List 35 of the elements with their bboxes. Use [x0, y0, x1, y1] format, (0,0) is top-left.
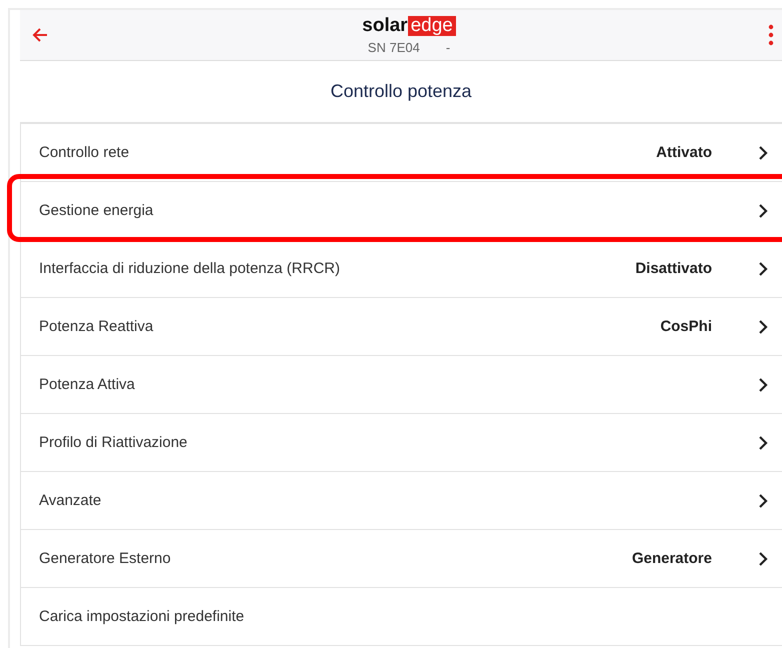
chevron-icon [758, 552, 768, 566]
settings-row[interactable]: Potenza Attiva [21, 356, 782, 414]
row-value: Disattivato [635, 260, 712, 277]
row-value: Generatore [632, 550, 712, 567]
row-value: CosPhi [660, 318, 712, 335]
chevron-icon [758, 320, 768, 334]
brand-logo: solar edge [362, 16, 456, 36]
row-label: Potenza Attiva [39, 376, 136, 393]
settings-row[interactable]: Controllo rete Attivato [21, 124, 782, 182]
chevron-icon [758, 436, 768, 450]
row-label: Generatore Esterno [39, 550, 172, 567]
row-label: Interfaccia di riduzione della potenza (RRCR) [39, 260, 341, 277]
more-menu-icon[interactable] [768, 24, 774, 46]
row-label: Potenza Reattiva [39, 318, 154, 335]
chevron-icon [758, 378, 768, 392]
settings-row[interactable]: Generatore Esterno Generatore [21, 530, 782, 588]
settings-row[interactable]: Potenza Reattiva CosPhi [21, 298, 782, 356]
row-label: Controllo rete [39, 144, 130, 161]
chevron-icon [758, 204, 768, 218]
serial-number: SN 7E04 [368, 40, 420, 54]
row-label: Profilo di Riattivazione [39, 434, 188, 451]
page-title: Controllo potenza [330, 81, 472, 102]
settings-row[interactable]: Interfaccia di riduzione della potenza (RRCR) Disattivato [21, 240, 782, 298]
settings-row[interactable]: Avanzate [21, 472, 782, 530]
row-label: Avanzate [39, 492, 102, 509]
settings-row[interactable]: Carica impostazioni predefinite [21, 588, 782, 646]
row-label: Gestione energia [39, 202, 154, 219]
chevron-icon [758, 494, 768, 508]
settings-row[interactable]: Gestione energia [21, 182, 782, 240]
settings-row[interactable]: Profilo di Riattivazione [21, 414, 782, 472]
serial-suffix: - [446, 40, 450, 54]
chevron-icon [758, 262, 768, 276]
chevron-icon [758, 146, 768, 160]
row-label: Carica impostazioni predefinite [39, 608, 246, 625]
row-value: Attivato [656, 144, 712, 161]
